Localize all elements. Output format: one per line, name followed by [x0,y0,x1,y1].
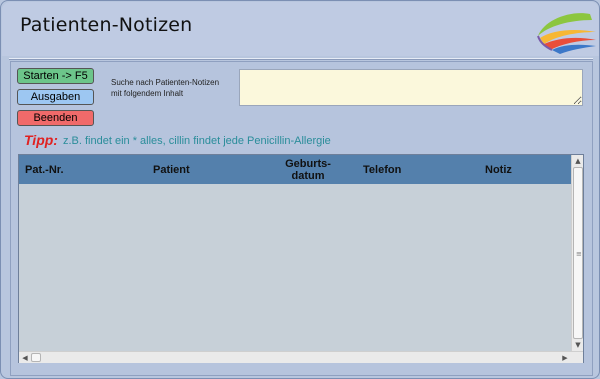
table-header: Pat.-Nr. Patient Geburts- datum Telefon … [19,155,571,184]
tip-text: z.B. findet ein * alles, cillin findet j… [63,135,331,147]
tip-key: Tipp: [24,132,58,148]
ausgaben-button-label: Ausgaben [30,91,81,103]
ausgaben-button[interactable]: Ausgaben [17,89,94,105]
horizontal-scroll-thumb[interactable] [31,353,41,362]
column-header-geburtsdatum[interactable]: Geburts- datum [281,155,335,184]
header-separator [9,58,593,60]
search-label-line1: Suche nach Patienten-Notizen [111,78,220,87]
vertical-scroll-thumb[interactable]: ≡ [573,167,583,339]
chevron-left-icon[interactable]: ◀ [19,352,31,364]
chevron-up-icon[interactable]: ▲ [572,155,584,167]
brand-swoosh-logo [537,13,596,54]
window-header: Patienten-Notizen [2,2,599,56]
page-title: Patienten-Notizen [20,14,193,36]
start-button[interactable]: Starten -> F5 [17,68,94,84]
column-header-patient[interactable]: Patient [153,155,190,184]
search-label: Suche nach Patienten-Notizen mit folgend… [111,77,239,99]
column-header-pat-nr[interactable]: Pat.-Nr. [25,155,64,184]
beenden-button[interactable]: Beenden [17,110,94,126]
vertical-scrollbar[interactable]: ▲ ≡ ▼ [571,155,583,351]
notes-table[interactable]: Pat.-Nr. Patient Geburts- datum Telefon … [18,154,584,363]
chevron-down-icon[interactable]: ▼ [572,339,584,351]
chevron-right-icon[interactable]: ▶ [559,352,571,364]
column-header-telefon[interactable]: Telefon [363,155,401,184]
search-input[interactable] [239,69,583,106]
app-window: Patienten-Notizen Starten -> F5 Ausgaben… [0,0,600,379]
horizontal-scrollbar[interactable]: ◀ ▶ [19,351,583,363]
column-header-notiz[interactable]: Notiz [485,155,512,184]
column-header-geburtsdatum-line2: datum [291,169,325,182]
search-label-line2: mit folgendem Inhalt [111,89,184,98]
grip-icon: ≡ [576,250,582,258]
column-header-geburtsdatum-line1: Geburts- [285,157,331,170]
beenden-button-label: Beenden [33,112,78,124]
start-button-label: Starten -> F5 [23,70,88,82]
